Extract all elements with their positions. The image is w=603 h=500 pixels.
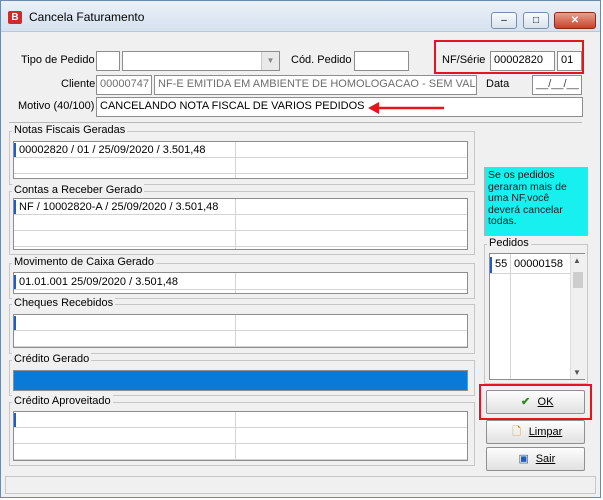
app-icon: B [8, 11, 22, 24]
row-cursor [14, 413, 16, 427]
column-divider [235, 142, 236, 178]
cliente-code-field[interactable]: 00000747 [96, 75, 152, 95]
motivo-field[interactable]: CANCELANDO NOTA FISCAL DE VARIOS PEDIDOS [96, 97, 583, 117]
cod-pedido-field[interactable] [354, 51, 409, 71]
table-row[interactable] [14, 412, 467, 428]
table-cell: NF / 10002820-A / 25/09/2020 / 3.501,48 [19, 201, 219, 213]
pedidos-title: Pedidos [487, 237, 531, 249]
row-cursor [14, 200, 16, 214]
contas-receber-title: Contas a Receber Gerado [12, 184, 145, 196]
motivo-label: Motivo (40/100) [18, 100, 95, 112]
nf-field[interactable]: 00002820 [490, 51, 555, 71]
cliente-name-field[interactable]: NF-E EMITIDA EM AMBIENTE DE HOMOLOGACAO … [154, 75, 477, 95]
annotation-arrow-icon [368, 102, 444, 114]
table-row[interactable]: 55 00000158 [490, 256, 570, 274]
tipo-pedido-label: Tipo de Pedido [21, 54, 95, 66]
sair-label: Sair [535, 453, 556, 465]
column-divider [510, 254, 511, 379]
table-row[interactable]: NF / 10002820-A / 25/09/2020 / 3.501,48 [14, 199, 467, 215]
check-icon: ✔ [520, 396, 531, 408]
close-button[interactable]: ✕ [554, 12, 596, 29]
data-label: Data [486, 78, 510, 90]
exit-door-icon: ▣ [518, 453, 529, 465]
maximize-button[interactable]: □ [523, 12, 549, 29]
pedido-seq: 55 [495, 258, 508, 270]
ok-label: OK [537, 396, 554, 408]
contas-receber-grid[interactable]: NF / 10002820-A / 25/09/2020 / 3.501,48 [13, 198, 468, 250]
row-cursor [14, 143, 16, 157]
row-cursor [14, 275, 16, 289]
serie-field[interactable]: 01 [557, 51, 582, 71]
minimize-button[interactable]: – [491, 12, 517, 29]
clear-document-icon: 🗋 [512, 426, 522, 438]
scroll-down-icon[interactable]: ▼ [573, 368, 581, 377]
cheques-recebidos-title: Cheques Recebidos [12, 297, 116, 309]
notas-fiscais-grid[interactable]: 00002820 / 01 / 25/09/2020 / 3.501,48 [13, 141, 468, 179]
limpar-button[interactable]: 🗋 Limpar [486, 420, 585, 444]
movimento-caixa-grid[interactable]: 01.01.001 25/09/2020 / 3.501,48 [13, 272, 468, 294]
table-row[interactable] [14, 444, 467, 460]
data-field[interactable]: __/__/__ [532, 75, 582, 95]
pedidos-grid[interactable]: 55 00000158 ▲ ▼ [489, 253, 585, 380]
info-message: Se os pedidos geraram mais de uma NF,voc… [484, 167, 588, 236]
credito-gerado-bar[interactable] [13, 370, 468, 391]
tipo-pedido-select[interactable]: ▼ [122, 51, 280, 71]
title-bar: B Cancela Faturamento – □ ✕ [1, 1, 600, 32]
column-divider [235, 273, 236, 293]
cod-pedido-label: Cód. Pedido [291, 54, 352, 66]
movimento-caixa-title: Movimento de Caixa Gerado [12, 256, 157, 268]
scroll-up-icon[interactable]: ▲ [573, 256, 581, 265]
row-cursor [14, 316, 16, 330]
ok-button[interactable]: ✔ OK [486, 390, 585, 414]
nf-serie-label: NF/Série [442, 54, 486, 66]
table-cell: 01.01.001 25/09/2020 / 3.501,48 [19, 276, 179, 288]
table-row[interactable] [14, 158, 467, 174]
credito-aproveitado-title: Crédito Aproveitado [12, 395, 113, 407]
status-bar [5, 476, 596, 494]
chevron-down-icon[interactable]: ▼ [261, 52, 279, 70]
table-row[interactable] [14, 231, 467, 247]
scroll-thumb[interactable] [573, 272, 583, 288]
row-cursor [490, 257, 492, 273]
credito-aproveitado-grid[interactable] [13, 411, 468, 461]
limpar-label: Limpar [528, 426, 563, 438]
table-row[interactable] [14, 331, 467, 347]
tipo-pedido-code-field[interactable] [96, 51, 120, 71]
cancela-faturamento-window: B Cancela Faturamento – □ ✕ Tipo de Pedi… [0, 0, 601, 498]
header-divider [9, 122, 582, 123]
table-row[interactable] [14, 215, 467, 231]
table-row[interactable]: 01.01.001 25/09/2020 / 3.501,48 [14, 274, 467, 290]
pedidos-scrollbar[interactable]: ▲ ▼ [570, 254, 585, 379]
column-divider [235, 315, 236, 347]
cliente-label: Cliente [61, 78, 96, 90]
window-title: Cancela Faturamento [29, 10, 145, 24]
sair-button[interactable]: ▣ Sair [486, 447, 585, 471]
column-divider [235, 412, 236, 460]
cheques-recebidos-grid[interactable] [13, 314, 468, 348]
table-row[interactable] [14, 428, 467, 444]
table-row[interactable] [14, 315, 467, 331]
table-cell: 00002820 / 01 / 25/09/2020 / 3.501,48 [19, 144, 206, 156]
table-row[interactable]: 00002820 / 01 / 25/09/2020 / 3.501,48 [14, 142, 467, 158]
column-divider [235, 199, 236, 249]
credito-gerado-title: Crédito Gerado [12, 353, 92, 365]
notas-fiscais-title: Notas Fiscais Geradas [12, 124, 128, 136]
pedido-numero: 00000158 [514, 258, 563, 270]
